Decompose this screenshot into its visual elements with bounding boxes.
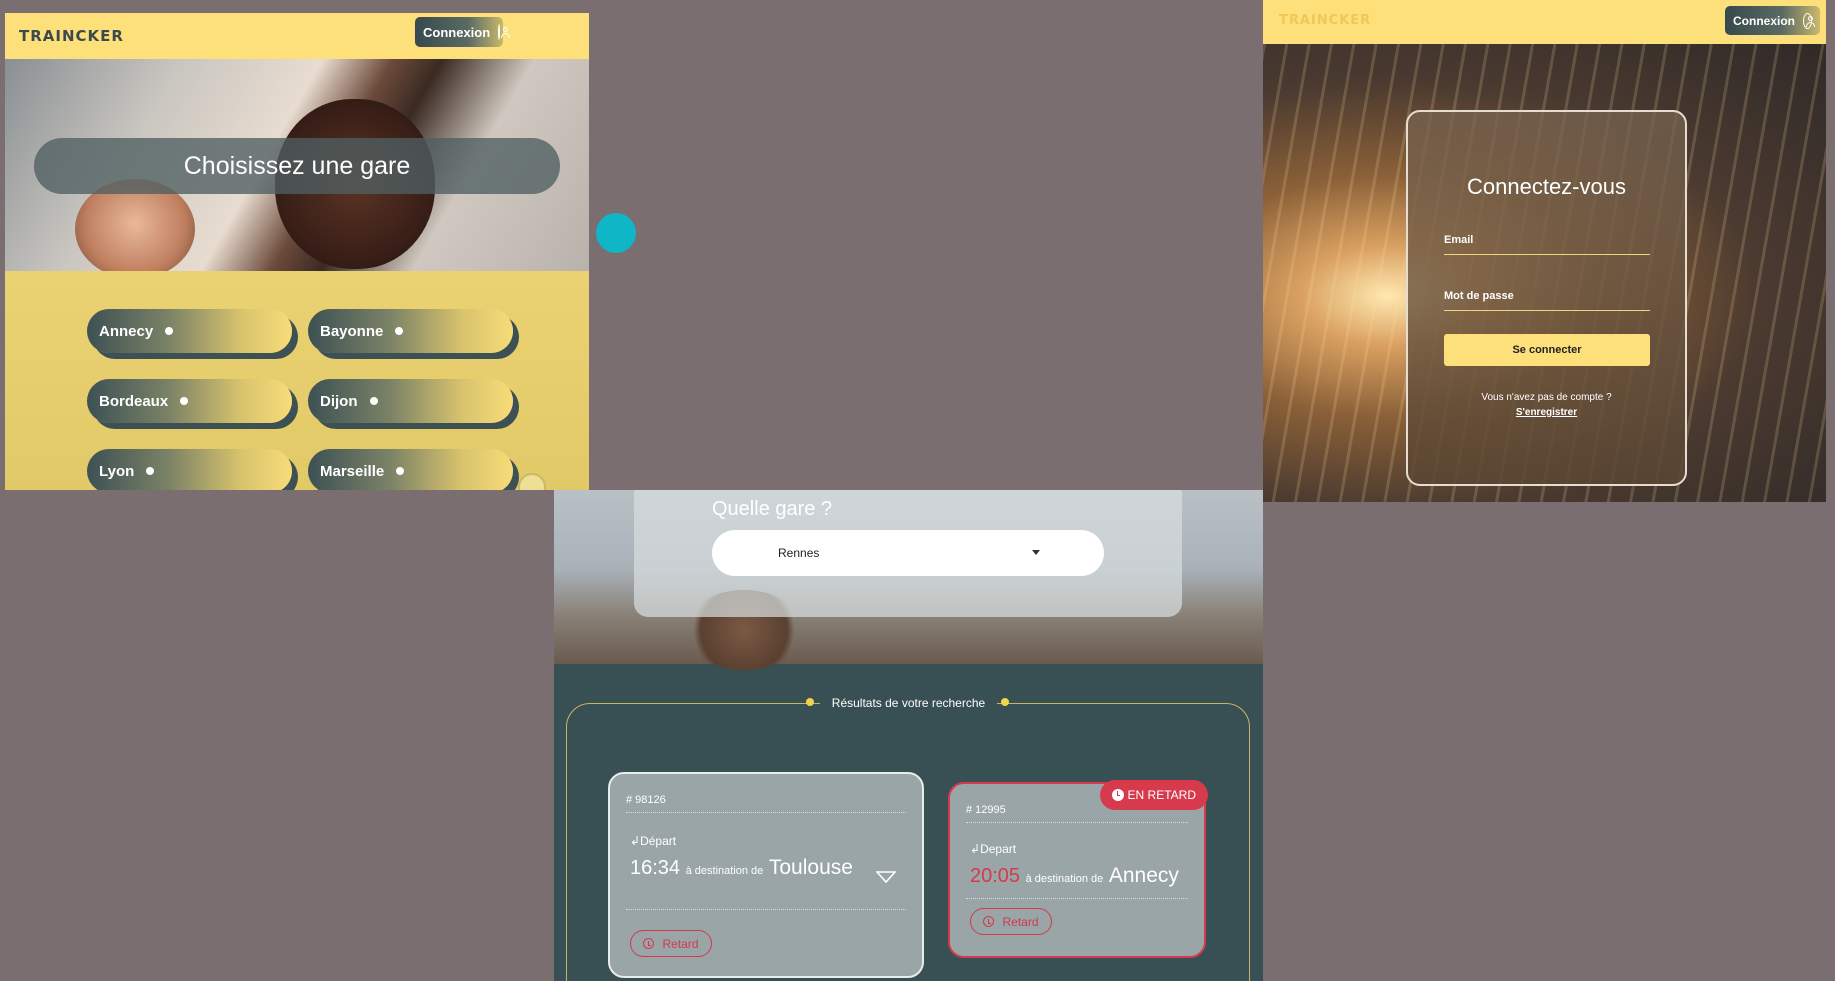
city-label: Dijon [320, 392, 358, 410]
destination-name: Toulouse [768, 856, 853, 879]
late-badge-label: EN RETARD [1127, 788, 1196, 802]
login-button[interactable]: Connexion [1725, 6, 1820, 35]
brand-logo[interactable]: TRAINCKER [19, 27, 124, 45]
city-button-dijon[interactable]: Dijon [308, 379, 513, 423]
results-title: Résultats de votre recherche [554, 696, 1263, 710]
dot-icon [395, 327, 404, 335]
hero-image: Quelle gare ? Rennes [554, 490, 1263, 670]
city-label: Bayonne [320, 322, 384, 340]
departure-time: 20:05 [970, 865, 1021, 887]
dot-icon [369, 397, 378, 405]
city-label: Marseille [320, 462, 385, 480]
city-label: Lyon [99, 462, 135, 480]
destination-prefix: à destination de [1025, 873, 1104, 885]
page-title: Choisissez une gare [34, 138, 560, 194]
user-icon [1803, 12, 1815, 29]
city-button-bordeaux[interactable]: Bordeaux [87, 379, 292, 423]
search-panel: Quelle gare ? Rennes [634, 490, 1182, 617]
dot-icon [146, 467, 155, 475]
dot-icon [165, 327, 174, 335]
submit-button[interactable]: Se connecter [1444, 334, 1650, 366]
hero-person-left [75, 179, 195, 279]
direction-label: ↲Depart [970, 842, 1017, 856]
header-bar: TRAINCKER Connexion [5, 13, 589, 59]
login-button[interactable]: Connexion [415, 17, 511, 47]
hero-image: Choisissez une gare [5, 59, 589, 279]
train-number: # 98126 [626, 794, 666, 806]
search-results-screen: Quelle gare ? Rennes Résultats de votre … [554, 490, 1263, 981]
city-button-bayonne[interactable]: Bayonne [308, 309, 513, 353]
station-chooser-screen: TRAINCKER Connexion Choisissez une gare … [5, 13, 589, 490]
caret-down-icon [1032, 550, 1040, 555]
train-number: # 12995 [966, 804, 1006, 816]
brand-logo[interactable]: TRAINCKER [1279, 13, 1371, 28]
city-button-annecy[interactable]: Annecy [87, 309, 292, 353]
user-icon [498, 24, 511, 40]
password-field[interactable]: Mot de passe [1444, 290, 1650, 311]
divider [966, 898, 1188, 899]
station-select[interactable]: Rennes [712, 530, 1104, 576]
destination-prefix: à destination de [685, 865, 764, 877]
dot-icon [806, 698, 814, 706]
train-card-late[interactable]: EN RETARD # 12995 ↲Depart 20:05 à destin… [948, 780, 1208, 958]
expand-chevron-icon[interactable] [876, 870, 896, 884]
login-screen: TRAINCKER Connexion Connectez-vous Email… [1263, 0, 1826, 502]
clock-icon [983, 916, 995, 927]
city-label: Annecy [99, 322, 154, 340]
destination-name: Annecy [1108, 864, 1179, 887]
city-button-marseille[interactable]: Marseille [308, 449, 513, 490]
clock-icon [1111, 789, 1124, 801]
city-button-lyon[interactable]: Lyon [87, 449, 292, 490]
dot-icon [1001, 698, 1009, 706]
city-list: Annecy Bayonne Bordeaux Dijon Lyon Marse… [5, 271, 589, 490]
header-bar: TRAINCKER Connexion [1263, 0, 1826, 44]
clock-icon [643, 938, 655, 949]
departure-info: 16:34 à destination de Toulouse [630, 856, 853, 880]
divider [626, 812, 906, 813]
departure-time: 16:34 [630, 857, 681, 879]
selected-station: Rennes [778, 546, 820, 560]
cursor-indicator [596, 213, 636, 253]
login-form: Connectez-vous Email Mot de passe Se con… [1406, 110, 1687, 486]
form-title: Connectez-vous [1467, 174, 1626, 199]
train-card[interactable]: # 98126 ↲Départ 16:34 à destination de T… [608, 772, 924, 978]
divider [626, 909, 906, 910]
dot-icon [396, 467, 405, 475]
delay-button-label: Retard [662, 936, 699, 951]
dot-icon [180, 397, 189, 405]
register-link[interactable]: S'enregistrer [1408, 407, 1685, 418]
departure-info: 20:05 à destination de Annecy [970, 864, 1179, 888]
late-badge: EN RETARD [1099, 780, 1208, 810]
scroll-handle[interactable] [518, 473, 546, 490]
login-button-label: Connexion [423, 24, 491, 40]
city-label: Bordeaux [99, 392, 169, 410]
no-account-text: Vous n'avez pas de compte ? [1481, 392, 1612, 403]
delay-button[interactable]: Retard [970, 908, 1052, 935]
direction-label: ↲Départ [630, 834, 677, 848]
divider [966, 822, 1188, 823]
delay-button[interactable]: Retard [630, 930, 712, 957]
delay-button-label: Retard [1002, 914, 1039, 929]
email-field[interactable]: Email [1444, 234, 1650, 255]
login-button-label: Connexion [1733, 13, 1795, 28]
search-question: Quelle gare ? [712, 498, 833, 520]
